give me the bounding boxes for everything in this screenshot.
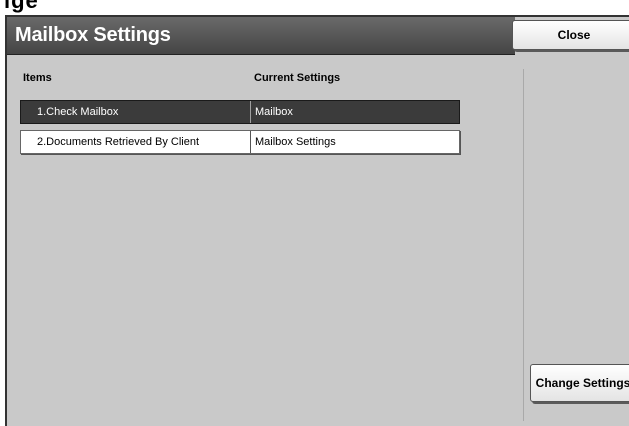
row-item-label: 1.Check Mailbox [37,106,119,118]
row-item-label: 2.Documents Retrieved By Client [37,136,200,148]
close-button[interactable]: Close [512,20,629,50]
page-title: Mailbox Settings [15,24,171,46]
settings-panel: Mailbox Settings Close Items Current Set… [5,15,629,426]
title-bar: Mailbox Settings [7,17,515,55]
row-current-value: Mailbox Settings [250,131,336,153]
current-settings-column-header: Current Settings [254,72,341,84]
mailbox-settings-screen: ige Mailbox Settings Close Items Current… [0,0,629,426]
panel-divider [523,69,524,421]
table-row-check-mailbox[interactable]: 1.Check Mailbox Mailbox [20,100,460,124]
previous-page-title-remnant: ige [4,0,39,13]
change-settings-button[interactable]: Change Settings [530,364,629,402]
row-current-value: Mailbox [250,101,293,123]
table-row-documents-retrieved[interactable]: 2.Documents Retrieved By Client Mailbox … [20,130,460,154]
items-column-header: Items [23,72,52,84]
